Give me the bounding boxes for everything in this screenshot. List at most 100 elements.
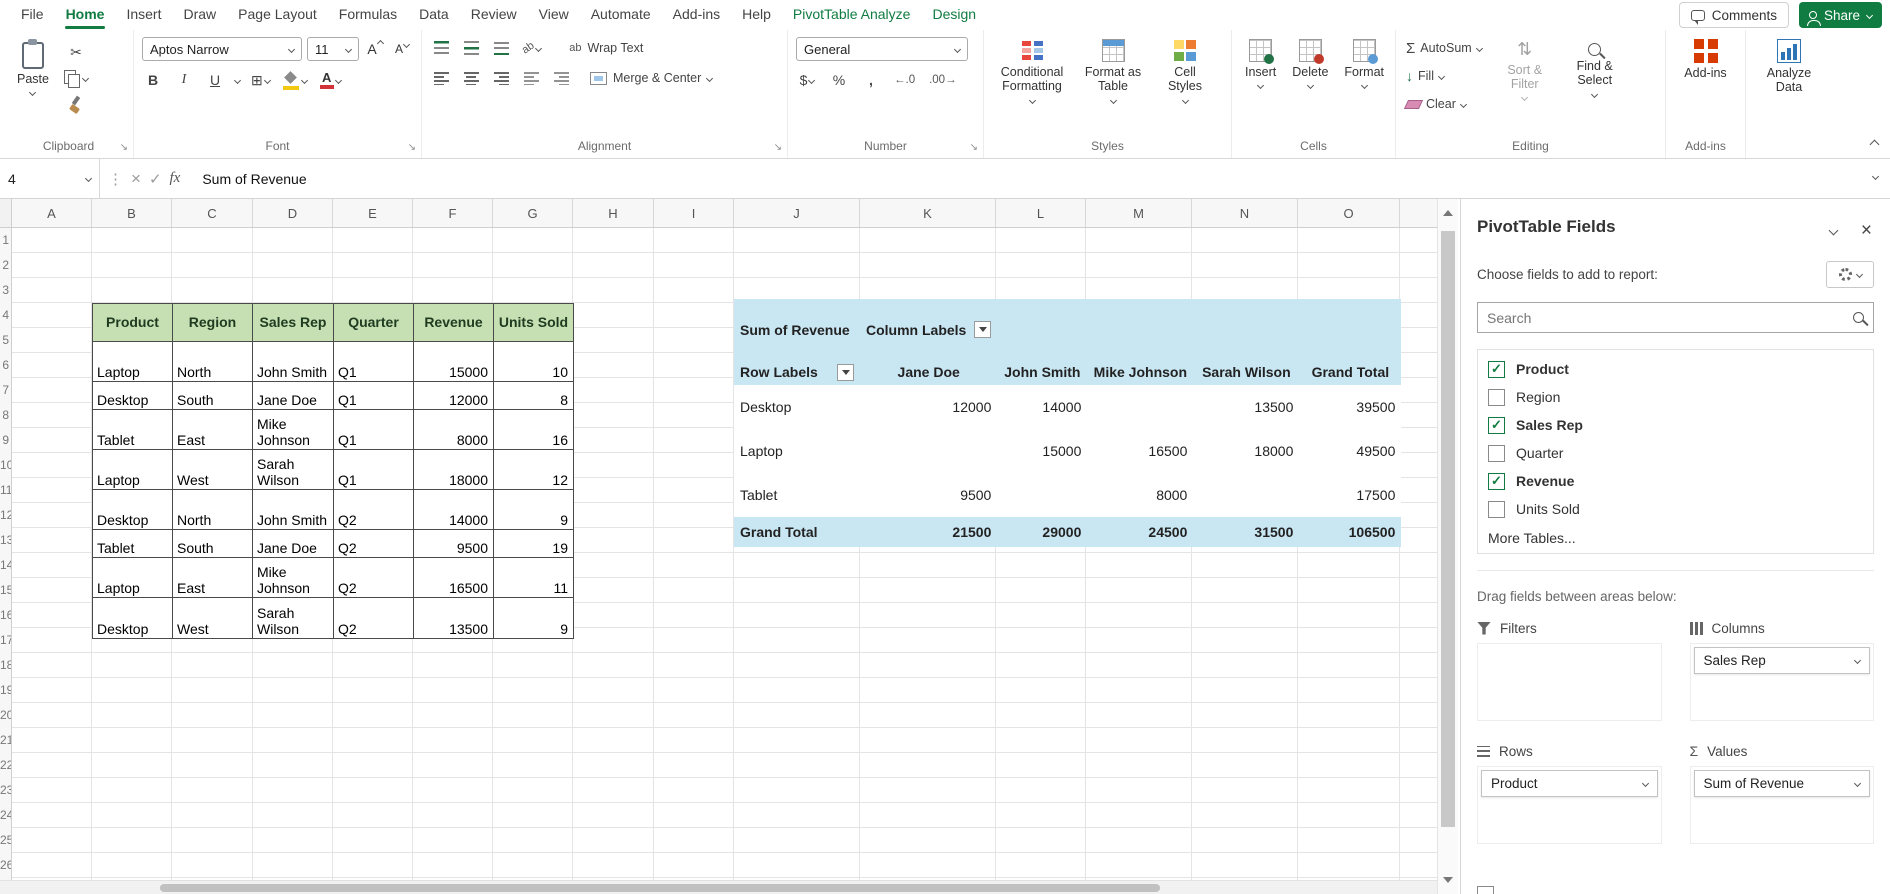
decrease-decimal-button[interactable]: .00→ — [927, 69, 959, 91]
column-header-k[interactable]: K — [860, 199, 996, 227]
horizontal-scrollbar-thumb[interactable] — [160, 884, 1160, 892]
row-header-17[interactable]: 17 — [0, 628, 11, 653]
comments-button[interactable]: Comments — [1679, 2, 1789, 28]
column-header-l[interactable]: L — [996, 199, 1086, 227]
column-header-h[interactable]: H — [573, 199, 654, 227]
row-header-10[interactable]: 10 — [0, 453, 11, 478]
addins-button[interactable]: Add-ins — [1674, 37, 1737, 82]
field-item-sales-rep[interactable]: ✓Sales Rep — [1478, 411, 1873, 439]
pivot-value-cell[interactable] — [1087, 385, 1193, 429]
pivot-column-header-sarah-wilson[interactable]: Sarah Wilson — [1193, 359, 1299, 385]
row-header-5[interactable]: 5 — [0, 328, 11, 353]
format-painter-button[interactable] — [62, 93, 90, 115]
column-header-j[interactable]: J — [734, 199, 860, 227]
pane-options-chevron-icon[interactable] — [1828, 226, 1838, 236]
menu-tab-pivottable-analyze[interactable]: PivotTable Analyze — [782, 1, 922, 29]
row-header-14[interactable]: 14 — [0, 553, 11, 578]
menu-tab-insert[interactable]: Insert — [115, 1, 172, 29]
source-cell[interactable]: East — [173, 410, 253, 450]
source-cell[interactable]: Sarah Wilson — [253, 450, 334, 490]
column-header-b[interactable]: B — [92, 199, 172, 227]
row-header-3[interactable]: 3 — [0, 278, 11, 303]
copy-button[interactable] — [62, 67, 90, 89]
source-cell[interactable]: 12 — [494, 450, 574, 490]
paste-button[interactable]: Paste — [12, 37, 54, 97]
row-header-24[interactable]: 24 — [0, 803, 11, 828]
source-cell[interactable]: Mike Johnson — [253, 558, 334, 598]
pivot-row-labels-cell[interactable]: Row Labels — [734, 359, 860, 385]
source-cell[interactable]: 19 — [494, 530, 574, 558]
source-cell[interactable]: Q2 — [334, 490, 414, 530]
field-checkbox-region[interactable] — [1488, 389, 1505, 406]
source-cell[interactable]: South — [173, 382, 253, 410]
field-checkbox-units-sold[interactable] — [1488, 501, 1505, 518]
columns-field-chip-sales-rep[interactable]: Sales Rep — [1694, 647, 1871, 674]
formula-content[interactable]: Sum of Revenue — [188, 171, 306, 187]
source-cell[interactable]: 9 — [494, 598, 574, 639]
name-box[interactable]: 4 — [0, 159, 100, 198]
source-cell[interactable]: 9500 — [414, 530, 494, 558]
row-header-16[interactable]: 16 — [0, 603, 11, 628]
row-header-20[interactable]: 20 — [0, 703, 11, 728]
more-tables-link[interactable]: More Tables... — [1478, 523, 1873, 551]
pivot-grand-total-value[interactable]: 24500 — [1087, 517, 1193, 547]
field-checkbox-revenue[interactable]: ✓ — [1488, 473, 1505, 490]
pivot-value-cell[interactable] — [860, 429, 997, 473]
source-cell[interactable]: 10 — [494, 342, 574, 382]
source-cell[interactable]: Laptop — [93, 450, 173, 490]
pivot-grand-total-value[interactable]: 21500 — [860, 517, 997, 547]
field-checkbox-quarter[interactable] — [1488, 445, 1505, 462]
cell-styles-button[interactable]: Cell Styles — [1154, 37, 1216, 105]
source-cell[interactable]: Q1 — [334, 342, 414, 382]
column-header-o[interactable]: O — [1298, 199, 1400, 227]
fill-color-button[interactable] — [281, 69, 309, 91]
row-header-6[interactable]: 6 — [0, 353, 11, 378]
menu-tab-design[interactable]: Design — [921, 1, 987, 29]
pivot-value-cell[interactable]: 8000 — [1087, 473, 1193, 517]
menu-tab-page-layout[interactable]: Page Layout — [227, 1, 328, 29]
pivot-value-cell[interactable]: 16500 — [1087, 429, 1193, 473]
bold-button[interactable]: B — [142, 69, 164, 91]
pivot-value-cell[interactable]: 39500 — [1299, 385, 1401, 429]
pivot-row-label[interactable]: Laptop — [734, 429, 860, 473]
source-cell[interactable]: Mike Johnson — [253, 410, 334, 450]
decrease-font-button[interactable]: A — [391, 38, 413, 60]
align-center-button[interactable] — [460, 67, 482, 89]
select-all-corner[interactable] — [0, 199, 12, 227]
source-header-cell-sales-rep[interactable]: Sales Rep — [253, 304, 334, 342]
pivot-grand-total-value[interactable]: 106500 — [1299, 517, 1401, 547]
source-cell[interactable]: 8 — [494, 382, 574, 410]
source-cell[interactable]: 14000 — [414, 490, 494, 530]
pivot-value-cell[interactable]: 9500 — [860, 473, 997, 517]
collapse-ribbon-button[interactable] — [1870, 140, 1880, 150]
pivot-value-cell[interactable]: 17500 — [1299, 473, 1401, 517]
menu-tab-review[interactable]: Review — [460, 1, 528, 29]
field-item-product[interactable]: ✓Product — [1478, 355, 1873, 383]
expand-formula-bar-button[interactable] — [1872, 173, 1879, 180]
align-right-button[interactable] — [490, 67, 512, 89]
horizontal-scrollbar[interactable] — [0, 880, 1437, 894]
row-header-18[interactable]: 18 — [0, 653, 11, 678]
source-cell[interactable]: Q2 — [334, 558, 414, 598]
font-color-button[interactable]: A — [318, 69, 343, 91]
number-format-select[interactable]: General — [796, 37, 968, 61]
pivot-value-cell[interactable] — [997, 473, 1087, 517]
source-cell[interactable]: East — [173, 558, 253, 598]
italic-button[interactable]: I — [173, 69, 195, 91]
source-cell[interactable]: 18000 — [414, 450, 494, 490]
increase-decimal-button[interactable]: ←.0 — [892, 69, 917, 91]
pivot-value-cell[interactable]: 12000 — [860, 385, 997, 429]
formula-bar-splitter[interactable]: ⋮ — [108, 170, 123, 188]
pivot-value-cell[interactable]: 13500 — [1193, 385, 1299, 429]
fields-search-input[interactable] — [1487, 310, 1853, 326]
percent-style-button[interactable]: % — [828, 69, 850, 91]
pivot-value-cell[interactable] — [1193, 473, 1299, 517]
rows-drop-zone[interactable]: Product — [1477, 766, 1662, 844]
pivot-row-label[interactable]: Tablet — [734, 473, 860, 517]
pivot-grand-total-value[interactable]: 29000 — [997, 517, 1087, 547]
row-header-8[interactable]: 8 — [0, 403, 11, 428]
source-header-cell-revenue[interactable]: Revenue — [414, 304, 494, 342]
source-cell[interactable]: 16 — [494, 410, 574, 450]
increase-font-button[interactable]: A — [364, 38, 386, 60]
font-size-select[interactable]: 11 — [307, 37, 359, 61]
